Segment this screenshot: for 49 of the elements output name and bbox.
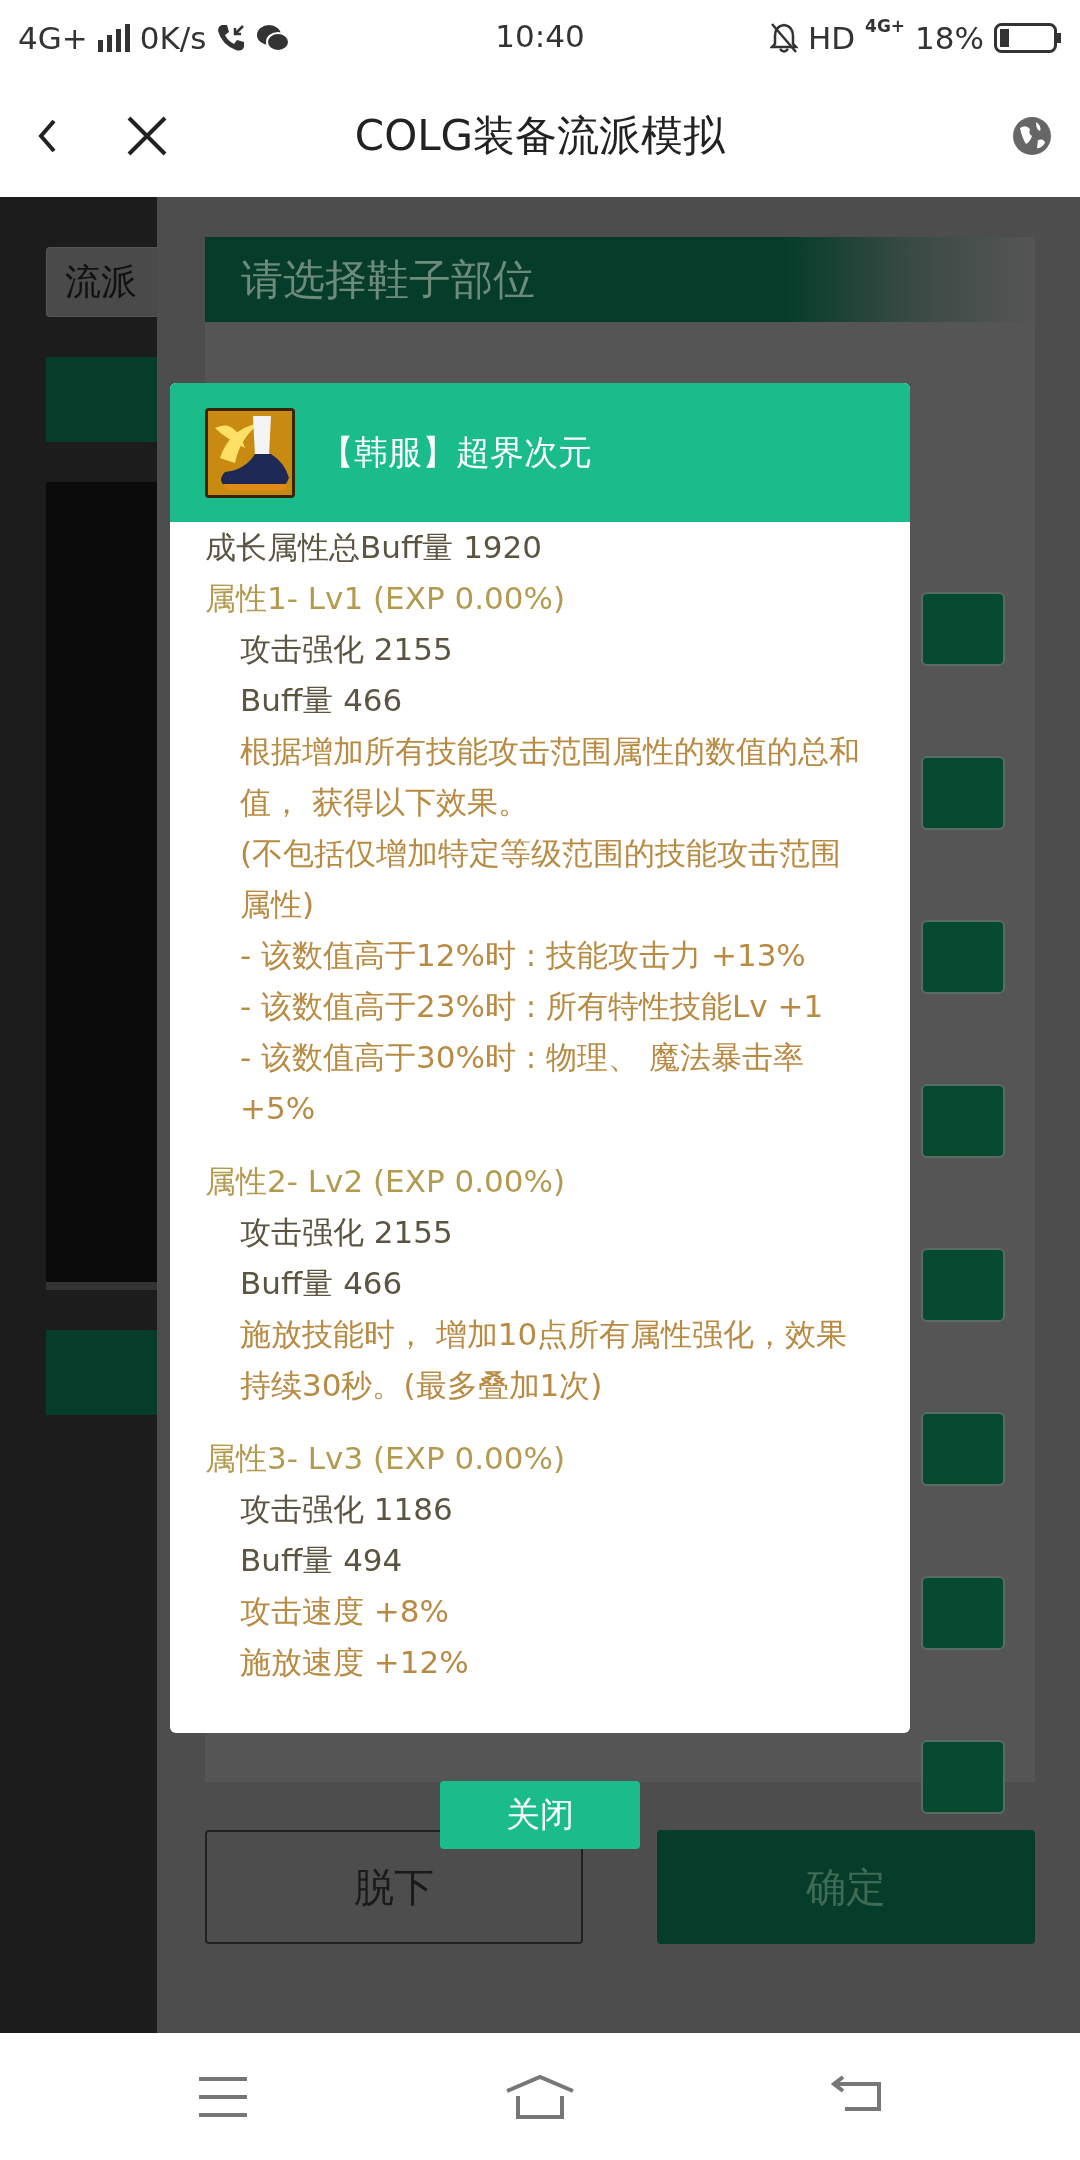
back-button[interactable] [36,118,58,154]
close-button[interactable] [126,115,168,157]
attribute-heading: 属性3- Lv3 (EXP 0.00%) [205,1439,566,1478]
school-field[interactable]: 流派 [46,247,157,317]
menu-button[interactable] [197,2075,250,2118]
signal-icon [97,23,130,52]
select-button[interactable] [921,920,1005,994]
effect-text: 根据增加所有技能攻击范围属性的数值的总和值， 获得以下效果。 [239,732,861,822]
effect-text: 攻击速度 +8% [239,1592,450,1631]
battery-icon [994,22,1062,53]
home-button[interactable] [504,2073,576,2120]
effect-text: - 该数值高于30%时 : 物理、 魔法暴击率 +5% [239,1038,805,1128]
speed-label: 0K/s [139,19,207,56]
phone-icon [216,22,247,53]
stat-line: Buff量 494 [239,1541,404,1580]
select-button[interactable] [921,756,1005,830]
effect-text: 施放技能时， 增加10点所有属性强化，效果持续30秒。(最多叠加1次) [239,1315,849,1405]
muted-bell-icon [769,21,798,54]
confirm-button[interactable]: 确定 [657,1830,1035,1944]
select-button[interactable] [921,1248,1005,1322]
effect-text: 施放速度 +12% [239,1643,470,1682]
attribute-heading: 属性2- Lv2 (EXP 0.00%) [205,1162,566,1201]
select-button[interactable] [921,1084,1005,1158]
chat-icon [256,22,291,53]
select-button[interactable] [921,1576,1005,1650]
select-button[interactable] [921,1412,1005,1486]
stat-line: Buff量 466 [239,681,404,720]
item-name: 【韩服】超界次元 [320,430,592,474]
effect-text: (不包括仅增加特定等级范围的技能攻击范围属性) [239,834,843,924]
stat-line: 攻击强化 1186 [239,1490,454,1529]
total-buff: 成长属性总Buff量 1920 [205,528,544,567]
panel-title: 请选择鞋子部位 [241,253,535,306]
page-title: COLG装备流派模拟 [354,111,726,160]
stat-line: Buff量 466 [239,1264,404,1303]
attribute-heading: 属性1- Lv1 (EXP 0.00%) [205,579,566,618]
select-button[interactable] [921,592,1005,666]
effect-text: - 该数值高于12%时 : 技能攻击力 +13% [239,936,807,975]
network-label: 4G+ [865,16,906,36]
stat-line: 攻击强化 2155 [239,1213,454,1252]
stat-line: 攻击强化 2155 [239,630,454,669]
hd-label: HD [807,19,856,56]
shoe-icon [205,407,295,498]
network-label: 4G+ [18,19,88,56]
clock: 10:40 [495,18,585,54]
select-button[interactable] [921,1740,1005,1814]
close-dialog-button[interactable]: 关闭 [440,1781,640,1849]
effect-text: - 该数值高于23%时 : 所有特性技能Lv +1 [239,987,825,1026]
globe-button[interactable] [1012,116,1052,156]
battery-label: 18% [915,19,984,56]
